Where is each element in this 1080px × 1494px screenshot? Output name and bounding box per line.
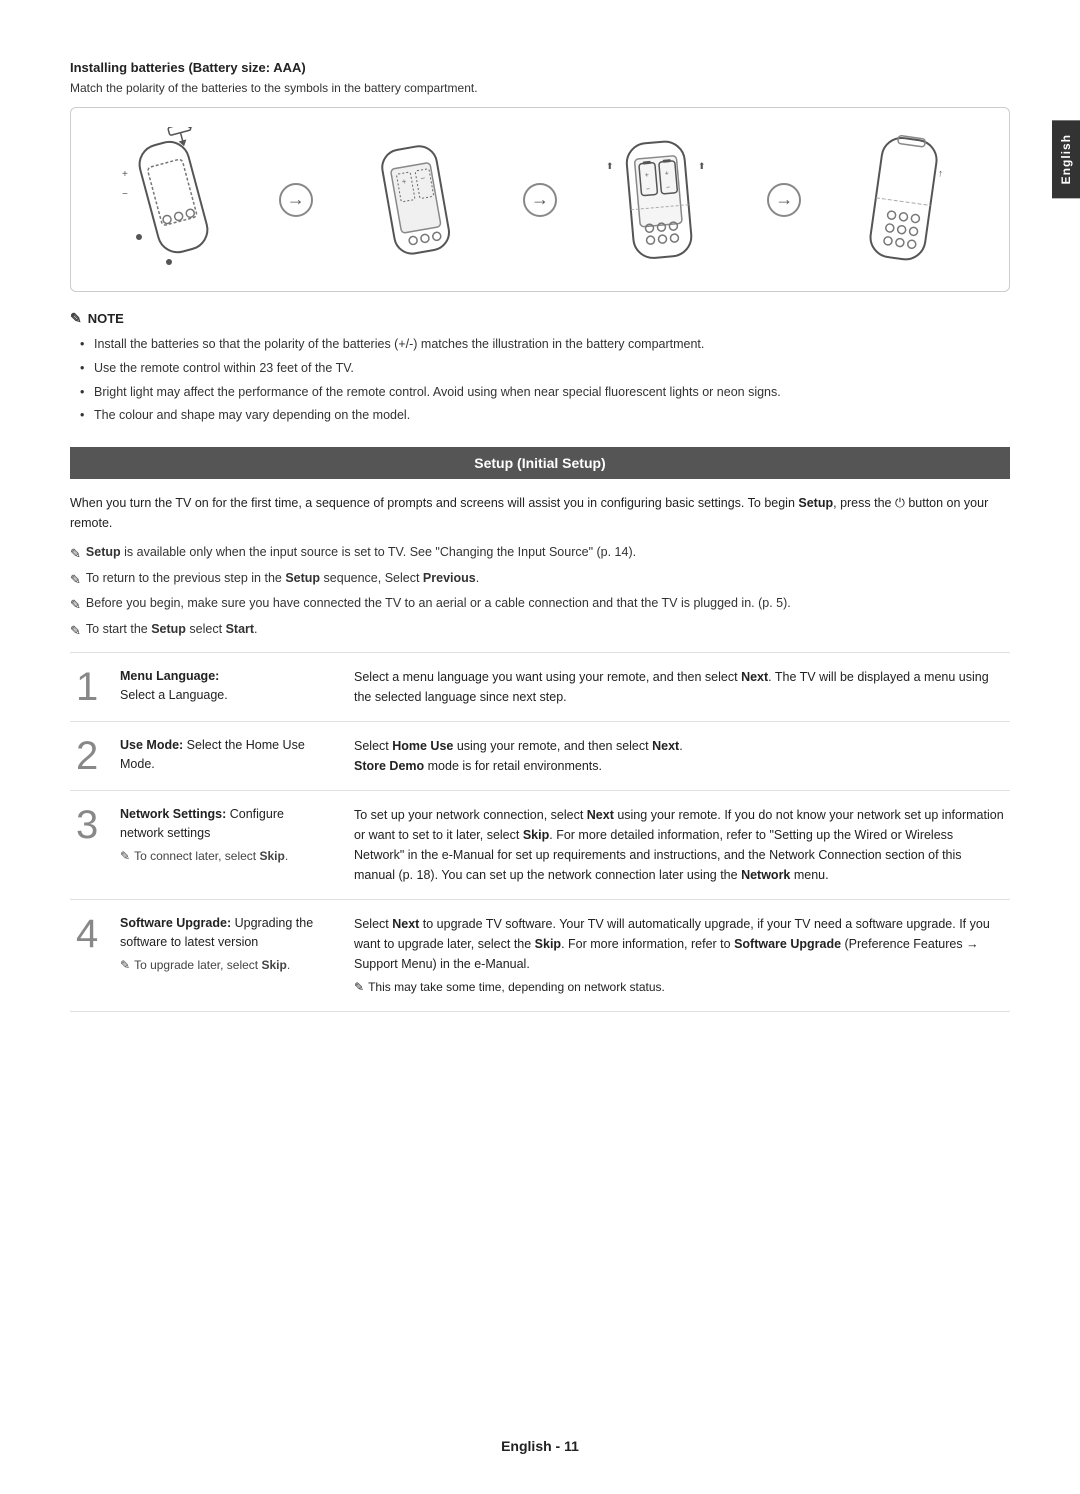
footer-label: English - 11 <box>501 1438 579 1454</box>
page-container: English Installing batteries (Battery si… <box>0 0 1080 1494</box>
step-4-title: Software Upgrade: <box>120 916 231 930</box>
step-1-title: Menu Language: <box>120 669 219 683</box>
step-row-2: 2 Use Mode: Select the Home Use Mode. Se… <box>70 722 1010 791</box>
step-right-3: To set up your network connection, selec… <box>340 791 1010 900</box>
steps-table: 1 Menu Language: Select a Language. Sele… <box>70 652 1010 1012</box>
arrow-1: → <box>279 183 313 217</box>
arrow-3: → <box>767 183 801 217</box>
step-2-title: Use Mode: <box>120 738 183 752</box>
step-left-2: Use Mode: Select the Home Use Mode. <box>120 722 340 791</box>
step-row-3: 3 Network Settings: Configure network se… <box>70 791 1010 900</box>
note-section: ✎ NOTE Install the batteries so that the… <box>70 310 1010 425</box>
step-3-note-text: To connect later, select Skip. <box>134 847 288 865</box>
note-item-4: The colour and shape may vary depending … <box>80 406 1010 425</box>
note-pencil-3: ✎ <box>70 595 81 615</box>
svg-text:−: − <box>122 189 128 200</box>
note-pencil-6: ✎ <box>120 956 130 974</box>
setup-intro: When you turn the TV on for the first ti… <box>70 493 1010 533</box>
battery-diagram-svg-2: + − <box>358 127 478 272</box>
setup-note-text-1: Setup is available only when the input s… <box>86 543 636 562</box>
note-item-2: Use the remote control within 23 feet of… <box>80 359 1010 378</box>
step-left-3: Network Settings: Configure network sett… <box>120 791 340 900</box>
note-header: ✎ NOTE <box>70 310 1010 327</box>
step-3-note: ✎ To connect later, select Skip. <box>120 847 326 865</box>
battery-section-title: Installing batteries (Battery size: AAA) <box>70 60 1010 75</box>
step-right-4: Select Next to upgrade TV software. Your… <box>340 900 1010 1012</box>
step-left-1: Menu Language: Select a Language. <box>120 653 340 722</box>
setup-note-text-4: To start the Setup select Start. <box>86 620 258 639</box>
battery-step-3: + − + − ⬆ <box>602 127 722 272</box>
battery-step-4: ↑ <box>846 127 966 272</box>
svg-text:+: + <box>122 169 128 180</box>
note-pencil-7: ✎ <box>354 978 364 997</box>
note-item-1: Install the batteries so that the polari… <box>80 335 1010 354</box>
step-right-1: Select a menu language you want using yo… <box>340 653 1010 722</box>
battery-diagram-svg-4: ↑ <box>846 127 966 272</box>
svg-text:−: − <box>646 186 651 193</box>
step-3-title: Network Settings: <box>120 807 226 821</box>
setup-note-text-3: Before you begin, make sure you have con… <box>86 594 791 613</box>
svg-text:+: + <box>645 172 650 179</box>
note-list: Install the batteries so that the polari… <box>70 335 1010 425</box>
note-icon: ✎ <box>70 310 82 327</box>
note-header-label: NOTE <box>88 311 124 326</box>
step-num-1: 1 <box>70 653 120 722</box>
note-pencil-2: ✎ <box>70 570 81 590</box>
step-left-4: Software Upgrade: Upgrading the software… <box>120 900 340 1012</box>
svg-text:↑: ↑ <box>937 168 943 180</box>
setup-note-text-2: To return to the previous step in the Se… <box>86 569 479 588</box>
svg-text:⬆: ⬆ <box>698 161 706 171</box>
arrow-2: → <box>523 183 557 217</box>
battery-diagram-svg-3: + − + − ⬆ <box>602 127 722 272</box>
step-num-3: 3 <box>70 791 120 900</box>
battery-step-1: + − <box>114 127 234 272</box>
step-num-4: 4 <box>70 900 120 1012</box>
step-4-sub-note-text: This may take some time, depending on ne… <box>368 978 665 997</box>
setup-note-1: ✎ Setup is available only when the input… <box>70 543 1010 564</box>
svg-text:⬆: ⬆ <box>606 161 614 171</box>
note-pencil-5: ✎ <box>120 847 130 865</box>
svg-text:+: + <box>665 170 670 177</box>
footer: English - 11 <box>0 1438 1080 1454</box>
note-item-3: Bright light may affect the performance … <box>80 383 1010 402</box>
svg-text:−: − <box>666 184 671 191</box>
battery-diagram-svg-1: + − <box>114 127 234 272</box>
setup-note-2: ✎ To return to the previous step in the … <box>70 569 1010 590</box>
step-4-note: ✎ To upgrade later, select Skip. <box>120 956 326 974</box>
setup-header-label: Setup (Initial Setup) <box>474 455 605 471</box>
note-pencil-4: ✎ <box>70 621 81 641</box>
step-row-1: 1 Menu Language: Select a Language. Sele… <box>70 653 1010 722</box>
step-row-4: 4 Software Upgrade: Upgrading the softwa… <box>70 900 1010 1012</box>
step-1-body: Select a Language. <box>120 688 228 702</box>
note-pencil-1: ✎ <box>70 544 81 564</box>
side-tab-label: English <box>1059 134 1073 184</box>
step-right-2: Select Home Use using your remote, and t… <box>340 722 1010 791</box>
setup-note-3: ✎ Before you begin, make sure you have c… <box>70 594 1010 615</box>
step-4-note-text: To upgrade later, select Skip. <box>134 956 290 974</box>
setup-header: Setup (Initial Setup) <box>70 447 1010 479</box>
battery-diagram: + − → + − <box>70 107 1010 292</box>
battery-subtitle: Match the polarity of the batteries to t… <box>70 81 1010 95</box>
battery-step-2: + − <box>358 127 478 272</box>
step-4-sub-note: ✎ This may take some time, depending on … <box>354 978 1004 997</box>
setup-note-4: ✎ To start the Setup select Start. <box>70 620 1010 641</box>
step-num-2: 2 <box>70 722 120 791</box>
side-tab: English <box>1052 120 1080 198</box>
